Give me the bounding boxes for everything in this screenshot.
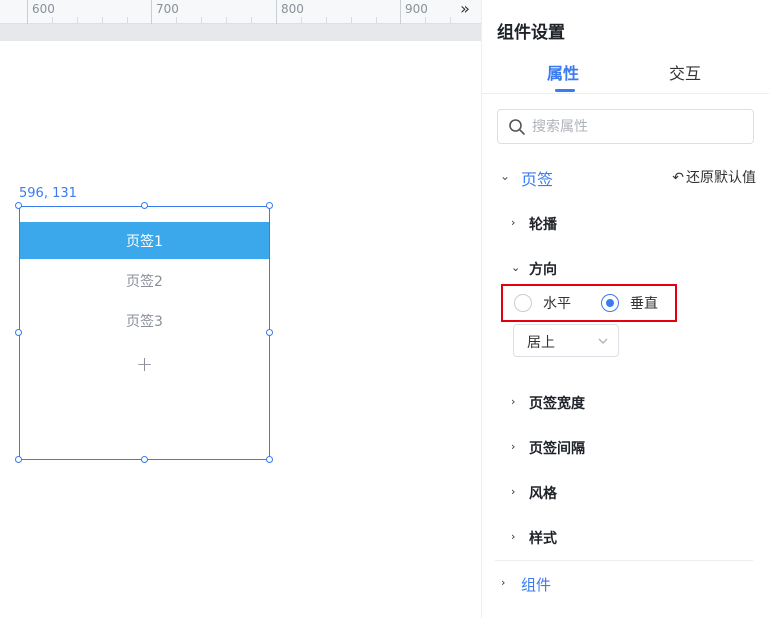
tabs-divider [482, 93, 769, 94]
collapse-panel-icon[interactable]: » [455, 0, 475, 20]
align-select-value: 居上 [527, 335, 555, 351]
ruler-minor-tick [425, 17, 426, 23]
tab-item-2[interactable]: 页签2 [20, 262, 269, 299]
radio-horizontal[interactable] [514, 294, 532, 312]
resize-handle-w[interactable] [15, 329, 22, 336]
panel-title: 组件设置 [497, 23, 565, 43]
resize-handle-sw[interactable] [15, 456, 22, 463]
resize-handle-nw[interactable] [15, 202, 22, 209]
ruler-minor-tick [127, 17, 128, 23]
position-readout: 596, 131 [19, 186, 77, 201]
section-component[interactable]: › 组件 [501, 574, 741, 596]
align-select[interactable]: 居上 [513, 324, 619, 357]
ruler-label-900: 900 [405, 2, 428, 16]
chevron-right-icon: › [511, 530, 516, 543]
chevron-down-icon [598, 338, 608, 344]
chevron-right-icon: › [511, 485, 516, 498]
ruler-minor-tick [351, 17, 352, 23]
ruler-minor-tick [450, 17, 451, 23]
ruler-minor-tick [176, 17, 177, 23]
ruler-tick [27, 0, 28, 24]
horizontal-ruler: 600 700 800 900 » [0, 0, 481, 24]
search-icon [509, 119, 525, 135]
search-input[interactable] [532, 116, 747, 138]
chevron-down-icon: ⌄ [500, 169, 511, 183]
group-tab-width[interactable]: › 页签宽度 [511, 393, 751, 413]
group-appearance-label: 样式 [529, 531, 557, 547]
ruler-minor-tick [376, 17, 377, 23]
chevron-right-icon: › [511, 395, 516, 408]
tab-item-3[interactable]: 页签3 [20, 302, 269, 339]
undo-icon: ↶ [672, 170, 684, 186]
group-direction[interactable]: ⌄ 方向 [511, 259, 751, 279]
group-carousel-label: 轮播 [529, 217, 557, 233]
resize-handle-s[interactable] [141, 456, 148, 463]
section-divider [495, 560, 753, 561]
ruler-minor-tick [226, 17, 227, 23]
ruler-label-800: 800 [281, 2, 304, 16]
group-style-label: 风格 [529, 486, 557, 502]
chevron-right-icon: › [511, 216, 516, 229]
section-label: 页签 [521, 170, 554, 189]
reset-default-label: 还原默认值 [686, 170, 756, 186]
active-tab-indicator [555, 89, 575, 92]
group-appearance[interactable]: › 样式 [511, 528, 751, 548]
app-root: 600 700 800 900 » 596, 131 页签1 页签2 页签3 +… [0, 0, 769, 618]
section-tabs-header[interactable]: ⌄ 页签 ↶ 还原默认值 [500, 166, 756, 189]
ruler-shadow-band [0, 24, 481, 41]
ruler-minor-tick [301, 17, 302, 23]
tab-properties[interactable]: 属性 [547, 60, 579, 84]
section-component-label: 组件 [521, 576, 552, 594]
resize-handle-ne[interactable] [266, 202, 273, 209]
ruler-minor-tick [201, 17, 202, 23]
ruler-label-600: 600 [32, 2, 55, 16]
group-tab-spacing-label: 页签间隔 [529, 441, 585, 457]
ruler-minor-tick [251, 17, 252, 23]
radio-horizontal-label[interactable]: 水平 [543, 293, 571, 313]
reset-default-button[interactable]: ↶ 还原默认值 [672, 167, 756, 187]
ruler-minor-tick [52, 17, 53, 23]
group-carousel[interactable]: › 轮播 [511, 214, 751, 234]
resize-handle-e[interactable] [266, 329, 273, 336]
ruler-minor-tick [77, 17, 78, 23]
chevron-right-icon: › [511, 440, 516, 453]
radio-vertical[interactable] [601, 294, 619, 312]
group-style[interactable]: › 风格 [511, 483, 751, 503]
group-direction-label: 方向 [529, 262, 557, 278]
add-tab-icon[interactable]: + [20, 352, 269, 376]
resize-handle-n[interactable] [141, 202, 148, 209]
tabs-component[interactable]: 页签1 页签2 页签3 + [19, 206, 270, 460]
resize-handle-se[interactable] [266, 456, 273, 463]
ruler-minor-tick [326, 17, 327, 23]
radio-vertical-label[interactable]: 垂直 [630, 293, 658, 313]
direction-radio-group: 水平 垂直 [501, 284, 677, 322]
property-search[interactable] [497, 109, 754, 144]
ruler-minor-tick [102, 17, 103, 23]
ruler-tick [400, 0, 401, 24]
group-tab-spacing[interactable]: › 页签间隔 [511, 438, 751, 458]
ruler-tick [276, 0, 277, 24]
tab-item-1[interactable]: 页签1 [20, 222, 269, 259]
tab-interaction[interactable]: 交互 [669, 60, 701, 84]
group-tab-width-label: 页签宽度 [529, 396, 585, 412]
chevron-right-icon: › [501, 576, 506, 589]
design-canvas[interactable]: 600 700 800 900 » 596, 131 页签1 页签2 页签3 + [0, 0, 481, 618]
ruler-label-700: 700 [156, 2, 179, 16]
chevron-down-icon: ⌄ [511, 261, 521, 274]
ruler-tick [151, 0, 152, 24]
